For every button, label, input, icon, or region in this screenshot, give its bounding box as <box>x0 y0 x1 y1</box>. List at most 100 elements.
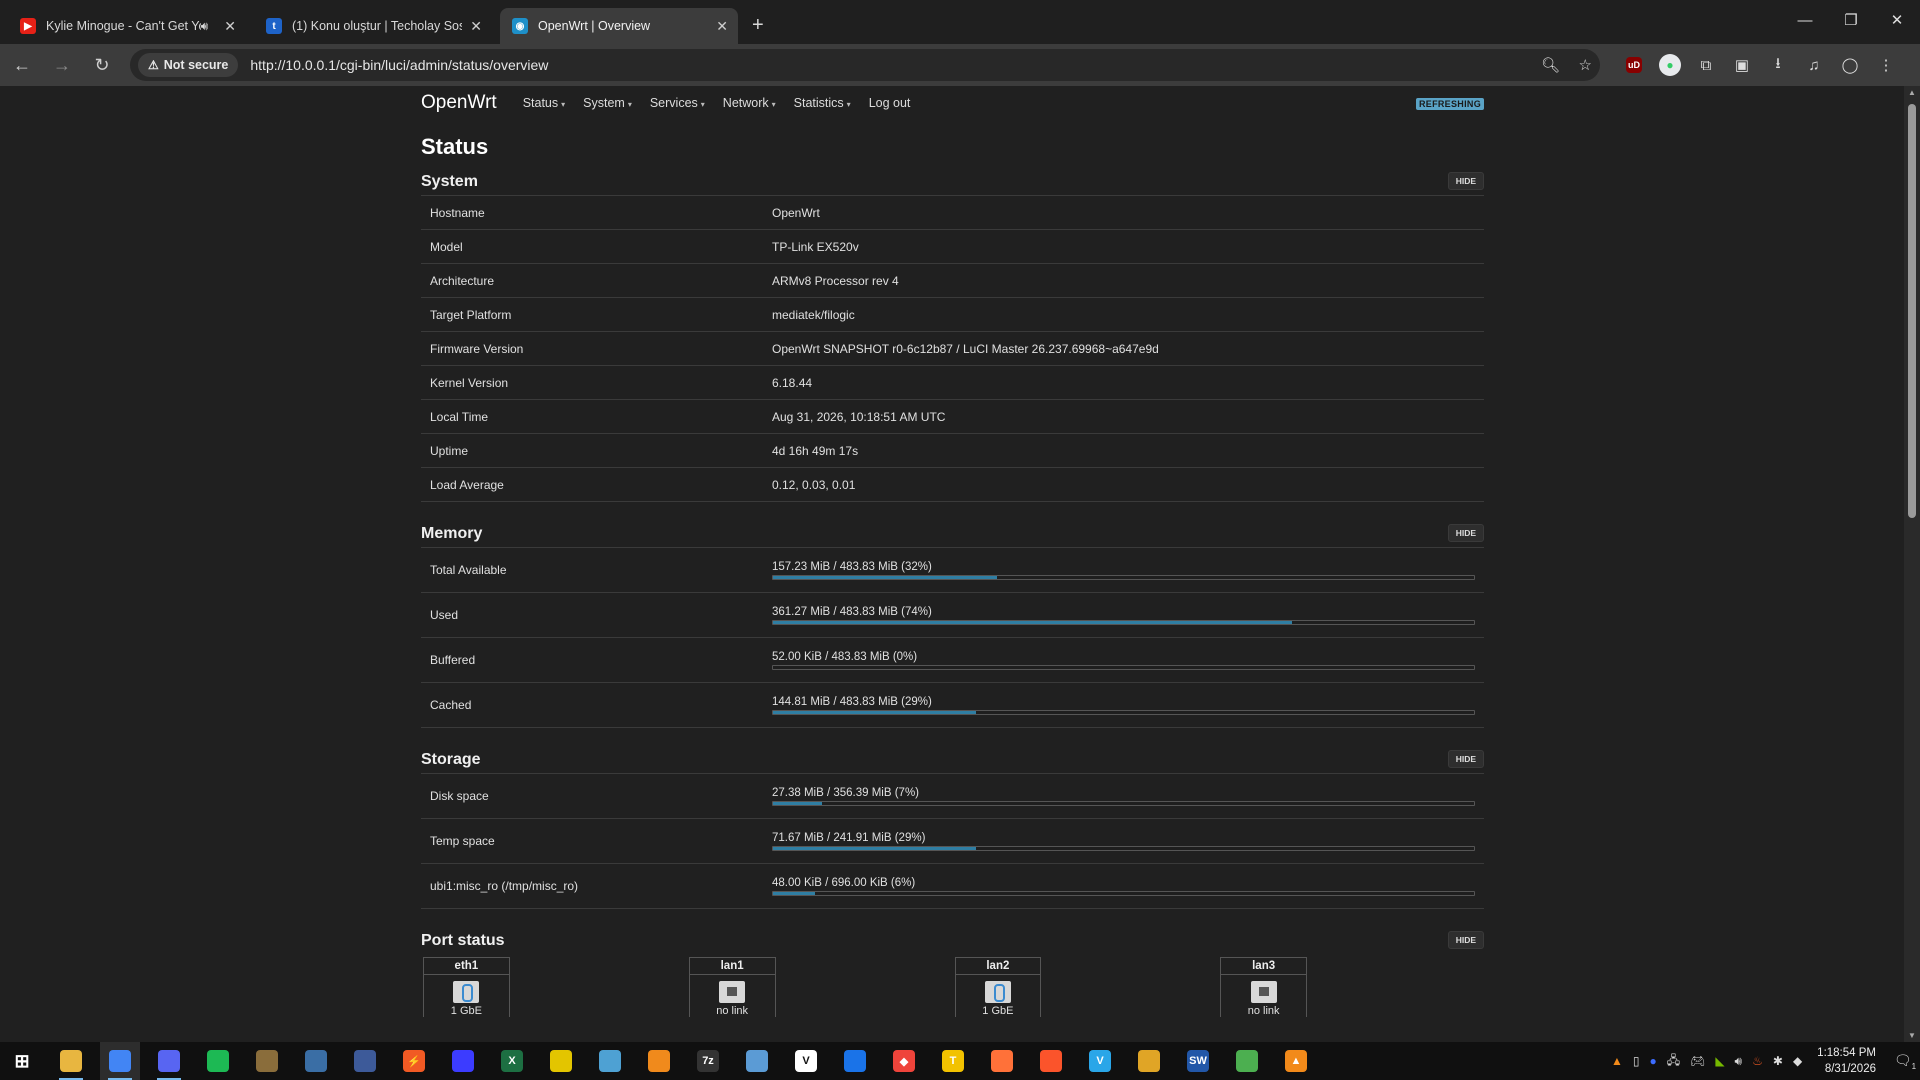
chat-tray-icon[interactable]: ◆ <box>1793 1054 1802 1068</box>
app-tray-icon[interactable]: ● <box>1649 1054 1656 1068</box>
taskbar-app[interactable]: T <box>933 1042 973 1080</box>
taskbar-app[interactable] <box>737 1042 777 1080</box>
gamepad-icon[interactable]: 🎮︎ <box>1690 1054 1705 1068</box>
gear-tray-icon[interactable]: ✱ <box>1773 1054 1783 1068</box>
taskbar-app[interactable] <box>1031 1042 1071 1080</box>
close-icon[interactable]: ✕ <box>716 18 728 35</box>
back-icon[interactable]: ← <box>4 49 40 81</box>
close-icon[interactable]: ✕ <box>470 18 482 35</box>
usage-text: 361.27 MiB / 483.83 MiB (74%) <box>772 605 932 618</box>
taskbar-app[interactable]: X <box>492 1042 532 1080</box>
menu-logout[interactable]: Log out <box>869 96 911 110</box>
taskbar-app[interactable] <box>835 1042 875 1080</box>
hide-button[interactable]: HIDE <box>1447 750 1484 768</box>
taskbar-app[interactable] <box>198 1042 238 1080</box>
flame-icon[interactable]: ♨ <box>1752 1054 1763 1068</box>
close-icon[interactable]: ✕ <box>224 18 236 35</box>
taskbar-app[interactable]: ◆ <box>884 1042 924 1080</box>
anydesk-icon: ◆ <box>893 1050 915 1072</box>
taskbar-app[interactable] <box>541 1042 581 1080</box>
row-key: Load Average <box>430 477 504 492</box>
taskbar-app[interactable] <box>51 1042 91 1080</box>
reload-icon[interactable]: ↻ <box>84 49 120 81</box>
speaker-icon[interactable]: 🔊︎ <box>201 19 209 34</box>
menu-kebab-icon[interactable]: ⋮ <box>1868 56 1904 74</box>
zoom-icon[interactable]: 🔍︎ <box>1541 57 1560 74</box>
tab-techolay[interactable]: t (1) Konu oluştur | Techolay Sosy ✕ <box>254 8 492 44</box>
row-key: Architecture <box>430 273 495 288</box>
taskbar-app[interactable] <box>149 1042 189 1080</box>
ublock-icon[interactable]: uD <box>1626 57 1642 73</box>
menu-services[interactable]: Services ▾ <box>650 96 705 110</box>
menu-status[interactable]: Status ▾ <box>523 96 565 110</box>
bookmark-star-icon[interactable]: ☆ <box>1579 57 1592 74</box>
hide-button[interactable]: HIDE <box>1447 172 1484 190</box>
volume-icon[interactable]: 🔊︎ <box>1735 1054 1743 1069</box>
usage-bar <box>772 709 1475 715</box>
taskbar-app[interactable]: SW <box>1178 1042 1218 1080</box>
scroll-down-icon[interactable]: ▼ <box>1908 1031 1916 1040</box>
clock-date: 8/31/2026 <box>1824 1063 1876 1075</box>
tab-search-icon[interactable]: ▣ <box>1724 56 1760 74</box>
taskbar-app[interactable]: ⚡ <box>394 1042 434 1080</box>
close-window-icon[interactable]: ✕ <box>1874 0 1920 40</box>
taskbar-app[interactable]: ⊞ <box>2 1042 42 1080</box>
port-status: 1 GbE <box>450 1005 482 1017</box>
brand-logo[interactable]: OpenWrt <box>421 92 497 114</box>
menu-network[interactable]: Network ▾ <box>723 96 776 110</box>
clock[interactable]: 1:18:54 PM 8/31/2026 <box>1817 1045 1876 1077</box>
usage-bar <box>772 845 1475 851</box>
hide-button[interactable]: HIDE <box>1447 524 1484 542</box>
scroll-up-icon[interactable]: ▲ <box>1908 88 1916 97</box>
extensions-icon[interactable]: ⧉ <box>1688 57 1724 74</box>
new-tab-icon[interactable]: + <box>752 14 764 37</box>
extension-circle-icon[interactable]: ● <box>1659 54 1681 76</box>
scrollbar-thumb[interactable] <box>1908 104 1916 518</box>
download-icon[interactable]: ⭳ <box>1760 53 1796 78</box>
taskbar-app[interactable] <box>982 1042 1022 1080</box>
taskbar-app[interactable]: V <box>786 1042 826 1080</box>
network-tray-icon[interactable]: 🖧︎ <box>1667 1051 1680 1072</box>
restore-icon[interactable]: ❐ <box>1828 0 1874 40</box>
taskbar-app[interactable]: ▲ <box>1276 1042 1316 1080</box>
url-text[interactable]: http://10.0.0.1/cgi-bin/luci/admin/statu… <box>250 57 1527 73</box>
menu-system[interactable]: System ▾ <box>583 96 632 110</box>
taskbar-app[interactable] <box>639 1042 679 1080</box>
vscode-icon: V <box>1089 1050 1111 1072</box>
taskbar-app[interactable]: V <box>1080 1042 1120 1080</box>
row-value: 27.38 MiB / 356.39 MiB (7%) <box>772 787 1484 806</box>
menu-statistics[interactable]: Statistics ▾ <box>794 96 851 110</box>
taskbar-app[interactable]: 7z <box>688 1042 728 1080</box>
vlc-tray-icon[interactable]: ▲ <box>1611 1054 1623 1068</box>
tab-youtube[interactable]: ▶ Kylie Minogue - Can't Get You 🔊︎ ✕ <box>8 8 246 44</box>
port-lan2: lan2 1 GbE <box>954 957 1042 1017</box>
refreshing-badge[interactable]: REFRESHING <box>1415 98 1484 110</box>
notification-icon[interactable]: 🗨︎1 <box>1890 1052 1920 1071</box>
taskbar-app[interactable] <box>247 1042 287 1080</box>
taskbar-app[interactable] <box>100 1042 140 1080</box>
memory-table: Total Available 157.23 MiB / 483.83 MiB (… <box>421 548 1484 728</box>
hide-button[interactable]: HIDE <box>1447 931 1484 949</box>
profile-icon[interactable]: ◯ <box>1832 56 1868 74</box>
taskbar-app[interactable] <box>1129 1042 1169 1080</box>
minimize-icon[interactable]: — <box>1782 0 1828 40</box>
table-row: Temp space 71.67 MiB / 241.91 MiB (29%) <box>421 819 1484 864</box>
forward-icon[interactable]: → <box>44 49 80 81</box>
address-bar[interactable]: ⚠ Not secure http://10.0.0.1/cgi-bin/luc… <box>130 49 1600 81</box>
security-chip[interactable]: ⚠ Not secure <box>138 53 239 77</box>
page-scrollbar[interactable]: ▲ ▼ <box>1904 86 1920 1042</box>
row-key: Uptime <box>430 443 469 458</box>
usb-icon[interactable]: ▯ <box>1633 1054 1640 1068</box>
taskbar-app[interactable] <box>443 1042 483 1080</box>
taskbar-app[interactable] <box>590 1042 630 1080</box>
app-icon <box>256 1050 278 1072</box>
taskbar-app[interactable] <box>1227 1042 1267 1080</box>
nvidia-icon[interactable]: ◣ <box>1715 1054 1724 1068</box>
taskbar-app[interactable] <box>345 1042 385 1080</box>
taskbar-app[interactable] <box>296 1042 336 1080</box>
media-control-icon[interactable]: ♫ <box>1796 57 1832 74</box>
menu-label: Statistics <box>793 96 844 110</box>
tab-title: Kylie Minogue - Can't Get You <box>46 19 201 33</box>
tab-openwrt[interactable]: ◉ OpenWrt | Overview ✕ <box>500 8 738 44</box>
sw-icon: SW <box>1187 1050 1209 1072</box>
